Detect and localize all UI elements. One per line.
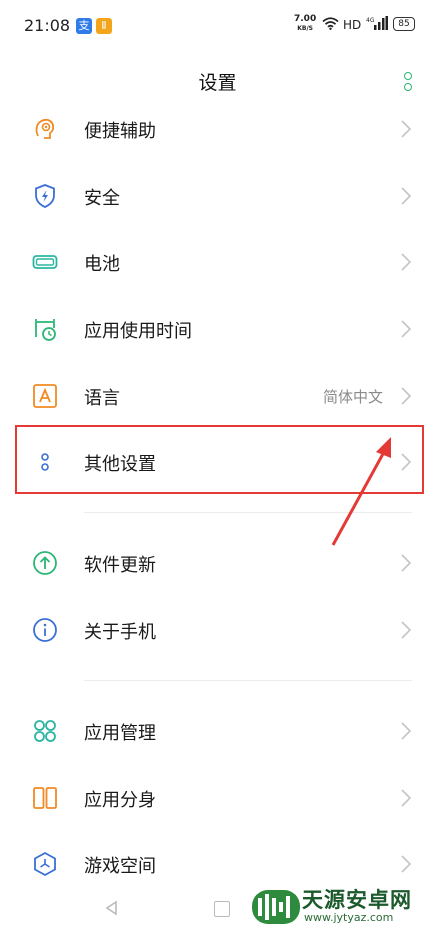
chevron-right-icon <box>401 621 412 639</box>
chevron-right-icon <box>401 554 412 572</box>
settings-item-accessibility[interactable]: 便捷辅助 <box>0 96 435 162</box>
settings-item-label: 电池 <box>84 254 120 275</box>
home-icon[interactable] <box>214 901 230 917</box>
chevron-right-icon <box>401 789 412 807</box>
info-icon <box>33 618 57 642</box>
network-speed-value: 7.00 <box>294 14 317 24</box>
settings-item-about-phone[interactable]: 关于手机 <box>0 597 435 663</box>
chevron-right-icon <box>401 722 412 740</box>
signal-icon: 4G <box>366 16 388 30</box>
chevron-right-icon <box>401 855 412 873</box>
chevron-right-icon <box>401 387 412 405</box>
page-title: 设置 <box>198 72 237 94</box>
back-icon[interactable] <box>104 900 120 916</box>
network-speed-unit: KB/S <box>297 25 313 32</box>
update-arrow-icon <box>33 551 57 575</box>
watermark-url: www.jytyaz.com <box>304 911 394 924</box>
hd-indicator: HD <box>343 18 362 32</box>
chevron-right-icon <box>401 187 412 205</box>
settings-item-app-management[interactable]: 应用管理 <box>0 698 435 764</box>
battery-indicator: 85 <box>393 17 415 31</box>
settings-item-language[interactable]: 语言 简体中文 <box>0 363 435 429</box>
language-icon <box>33 384 57 408</box>
accessibility-icon <box>35 118 55 139</box>
app-notification-icon: Ⅱ <box>96 18 112 34</box>
settings-item-label: 游戏空间 <box>84 856 156 877</box>
settings-item-label: 软件更新 <box>84 555 156 576</box>
settings-item-software-update[interactable]: 软件更新 <box>0 530 435 596</box>
app-clone-icon <box>33 787 57 809</box>
settings-item-label: 应用使用时间 <box>84 321 192 342</box>
wifi-icon <box>322 17 339 30</box>
chevron-right-icon <box>401 253 412 271</box>
more-options-icon[interactable] <box>402 70 414 96</box>
settings-item-security[interactable]: 安全 <box>0 163 435 229</box>
chevron-right-icon <box>401 120 412 138</box>
language-value: 简体中文 <box>322 388 383 406</box>
settings-item-app-clone[interactable]: 应用分身 <box>0 765 435 831</box>
settings-item-screen-time[interactable]: 应用使用时间 <box>0 296 435 362</box>
alarm-clock-icon <box>35 319 56 341</box>
settings-item-label: 关于手机 <box>84 622 156 643</box>
settings-item-label: 安全 <box>84 188 120 209</box>
settings-item-battery[interactable]: 电池 <box>0 229 435 295</box>
watermark-text: 天源安卓网 <box>302 888 412 912</box>
section-divider <box>84 512 412 513</box>
settings-item-label: 应用分身 <box>84 790 156 811</box>
section-divider <box>84 680 412 681</box>
game-space-icon <box>34 851 56 877</box>
status-time: 21:08 <box>24 16 71 35</box>
shield-icon <box>35 184 55 208</box>
signal-type: 4G <box>366 17 375 24</box>
settings-item-label: 语言 <box>84 388 120 409</box>
app-grid-icon <box>34 720 56 742</box>
settings-item-label: 应用管理 <box>84 723 156 744</box>
chevron-right-icon <box>401 320 412 338</box>
status-bar: 21:08 支 Ⅱ 7.00 KB/S HD 4G 85 <box>0 0 435 52</box>
highlight-box <box>15 425 424 494</box>
battery-icon <box>32 255 58 269</box>
alipay-notification-icon: 支 <box>76 18 92 34</box>
network-speed: 7.00 KB/S <box>294 15 316 33</box>
settings-item-label: 便捷辅助 <box>84 121 156 142</box>
